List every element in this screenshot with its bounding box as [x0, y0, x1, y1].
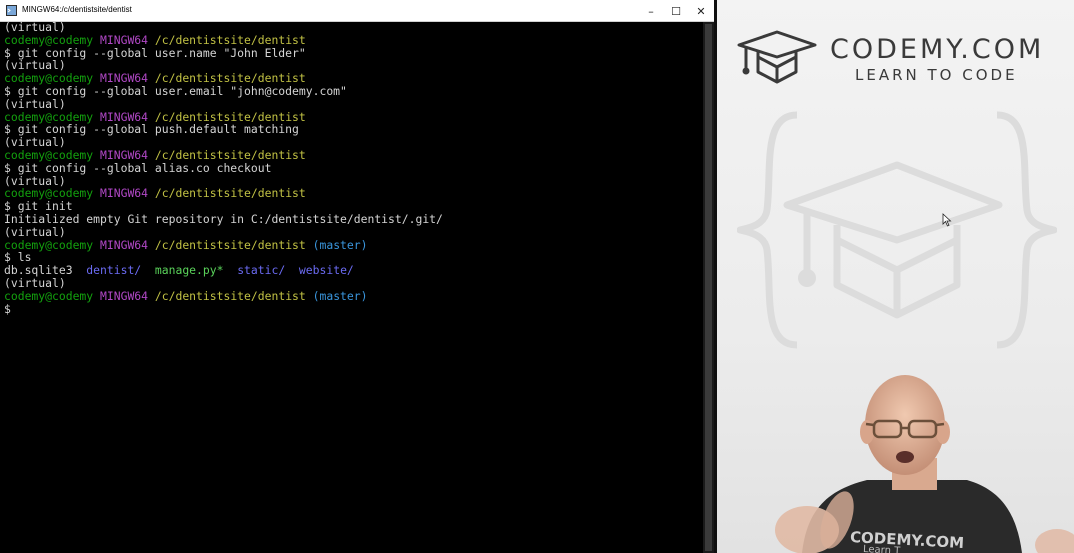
graduation-cap-cube-icon — [737, 30, 817, 84]
terminal-text-segment: /c/dentistsite/dentist — [154, 288, 306, 303]
minimize-button[interactable]: – — [638, 0, 664, 22]
close-button[interactable]: ✕ — [688, 0, 714, 22]
video-panel: CODEMY.COM LEARN TO CODE CODEMY.COM Lear… — [717, 0, 1074, 553]
terminal-line: db.sqlite3 dentist/ manage.py* static/ w… — [4, 264, 702, 277]
terminal-text-segment: $ — [4, 301, 11, 316]
terminal-text-segment: manage.py* — [154, 263, 224, 278]
terminal-text-segment: (master) — [312, 237, 368, 252]
terminal-text-segment: MINGW64 — [100, 186, 149, 201]
terminal-text-segment: /c/dentistsite/dentist — [154, 186, 306, 201]
terminal-text-segment: dentist/ — [86, 263, 142, 278]
mouse-pointer-icon — [942, 213, 952, 227]
window-title: MINGW64:/c/dentistsite/dentist — [22, 5, 132, 14]
terminal-scrollbar[interactable] — [703, 22, 714, 553]
terminal-line: codemy@codemy MINGW64 /c/dentistsite/den… — [4, 288, 702, 303]
scrollbar-thumb[interactable] — [705, 24, 712, 551]
brand-name: CODEMY.COM — [830, 34, 1045, 65]
braces-cube-watermark-icon — [737, 111, 1057, 349]
terminal-window: MINGW64:/c/dentistsite/dentist – ☐ ✕ (vi… — [0, 0, 714, 553]
maximize-button[interactable]: ☐ — [663, 0, 689, 22]
terminal-line: $ git config --global push.default match… — [4, 123, 702, 136]
maximize-icon: ☐ — [671, 4, 681, 18]
terminal-text-segment: static/ — [237, 263, 286, 278]
terminal-line: codemy@codemy MINGW64 /c/dentistsite/den… — [4, 187, 702, 200]
terminal-text-segment: /c/dentistsite/dentist — [154, 237, 306, 252]
terminal-app-icon — [6, 5, 17, 16]
terminal-line: $ git config --global user.name "John El… — [4, 46, 702, 60]
terminal-text-segment: codemy@codemy — [4, 288, 94, 303]
brand-tagline: LEARN TO CODE — [855, 66, 1018, 84]
terminal-text-segment: website/ — [298, 263, 354, 278]
terminal-line: $ git config --global alias.co checkout — [4, 161, 702, 175]
minimize-icon: – — [648, 4, 654, 18]
shirt-tagline-text: Learn T — [862, 544, 901, 553]
title-bar[interactable]: MINGW64:/c/dentistsite/dentist – ☐ ✕ — [0, 0, 714, 22]
terminal-line: $ — [4, 301, 702, 316]
terminal-text-segment: MINGW64 — [100, 288, 149, 303]
terminal-line: codemy@codemy MINGW64 /c/dentistsite/den… — [4, 237, 702, 252]
terminal-text-segment: (master) — [312, 288, 368, 303]
terminal-text-segment: Initialized empty Git repository in C:/d… — [4, 211, 443, 226]
terminal-output[interactable]: (virtual) codemy@codemy MINGW64 /c/dentis… — [4, 21, 702, 553]
close-icon: ✕ — [696, 4, 706, 18]
terminal-line: Initialized empty Git repository in C:/d… — [4, 213, 702, 226]
terminal-text-segment: MINGW64 — [100, 237, 149, 252]
presenter-video — [775, 375, 1074, 553]
terminal-line: $ git config --global user.email "john@c… — [4, 85, 702, 98]
